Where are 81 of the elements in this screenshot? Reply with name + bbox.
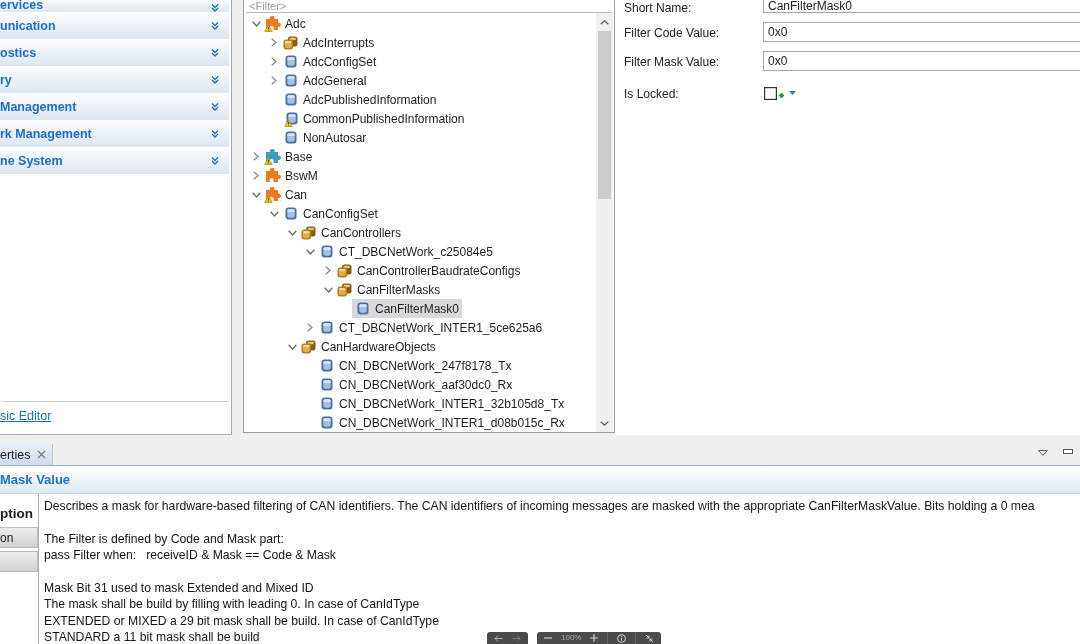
close-icon[interactable] — [36, 450, 46, 459]
chevron-down-icon[interactable] — [251, 20, 261, 27]
tree-item[interactable]: AdcGeneral — [280, 71, 370, 90]
tree-item[interactable]: CommonPublishedInformation — [280, 109, 468, 128]
chevron-down-icon[interactable] — [305, 248, 315, 255]
double-chevron-down-icon[interactable] — [211, 4, 219, 12]
chevron-right-icon[interactable] — [307, 323, 313, 332]
view-menu-icon[interactable] — [1038, 450, 1048, 456]
tree-item[interactable]: CanControllerBaudrateConfigs — [334, 261, 524, 280]
double-chevron-down-icon[interactable] — [211, 157, 219, 165]
editor-link[interactable]: sic Editor — [0, 409, 52, 423]
asterisk-icon — [779, 92, 784, 98]
double-chevron-down-icon[interactable] — [211, 103, 219, 111]
chevron-down-icon[interactable] — [269, 210, 279, 217]
section-header[interactable]: ostics — [0, 40, 229, 66]
section-header[interactable]: rk Management — [0, 121, 229, 147]
description-text: Describes a mask for hardware-based filtering of CAN identifiers. The CAN identifiers of incoming messages are masked with the appropriate CanFilterMaskValue. Bits holding a 0 mea — [44, 498, 1035, 515]
tree-item[interactable]: CN_DBCNetWork_INTER1_d08b015c_Rx — [316, 413, 568, 432]
scrollbar[interactable] — [596, 13, 613, 432]
chevron-down-icon[interactable] — [323, 286, 333, 293]
tree-item[interactable]: CT_DBCNetWork_INTER1_5ce625a6 — [316, 318, 546, 337]
filter-field[interactable]: <Filter> — [246, 0, 612, 13]
tree-item[interactable]: CanHardwareObjects — [298, 337, 439, 356]
zoom-level: 100% — [561, 633, 582, 643]
section-header[interactable]: unication — [0, 13, 229, 39]
tree-item[interactable]: CanFilterMasks — [334, 280, 444, 299]
properties-tab[interactable]: erties — [0, 444, 53, 465]
tree-item[interactable]: CanControllers — [298, 223, 405, 242]
chevron-right-icon[interactable] — [271, 38, 277, 47]
section-header[interactable]: ervices — [0, 0, 229, 12]
checkbox[interactable] — [764, 86, 777, 100]
info-circle-icon[interactable] — [617, 633, 627, 643]
tree-item[interactable]: NonAutosar — [280, 128, 370, 147]
tree-item[interactable]: CT_DBCNetWork_c25084e5 — [316, 242, 496, 261]
dropdown-arrow-icon[interactable] — [789, 91, 796, 95]
chevron-right-icon[interactable] — [271, 76, 277, 85]
tree-item[interactable]: AdcPublishedInformation — [280, 90, 440, 109]
tree-item[interactable]: CanFilterMask0 — [352, 299, 463, 318]
chevron-right-icon[interactable] — [253, 171, 259, 180]
side-tab[interactable]: on — [0, 527, 38, 548]
chevron-down-icon[interactable] — [251, 191, 261, 198]
scrollbar-thumb[interactable] — [598, 31, 611, 199]
field-label: Short Name: — [624, 0, 693, 15]
tree-item[interactable]: AdcConfigSet — [280, 52, 380, 71]
section-title: Mask Value — [0, 472, 71, 487]
tree-item[interactable]: Can — [262, 185, 310, 204]
text-field[interactable]: 0x0 — [763, 22, 1080, 42]
tree-item[interactable]: Adc — [262, 14, 309, 33]
field-label: Filter Code Value: — [624, 25, 721, 40]
section-header[interactable]: Management — [0, 94, 229, 120]
section-header[interactable]: ne System — [0, 148, 229, 174]
chevron-right-icon[interactable] — [253, 152, 259, 161]
double-chevron-down-icon[interactable] — [211, 130, 219, 138]
tree-item[interactable]: CN_DBCNetWork_INTER1_32b105d8_Tx — [316, 394, 568, 413]
tree-item[interactable]: AdcInterrupts — [280, 33, 378, 52]
chevron-right-icon[interactable] — [325, 266, 331, 275]
side-tab[interactable]: ption — [0, 502, 38, 524]
description-text: Mask Bit 31 used to mask Extended and Mixed ID The mask shall be build by filling with leading 0. In case of CanIdType EXTENDED or MIXED a 29 bit mask shall be build. In case of CanIdType STANDARD a 11 bit mask shall be build — [44, 580, 439, 644]
text-field[interactable]: CanFilterMask0 — [763, 0, 1080, 13]
chevron-down-icon[interactable] — [287, 229, 297, 236]
minimize-icon[interactable] — [1063, 449, 1073, 454]
double-chevron-down-icon[interactable] — [211, 22, 219, 30]
tree-item[interactable]: CN_DBCNetWork_247f8178_Tx — [316, 356, 515, 375]
arrow-left-icon[interactable] — [494, 634, 503, 642]
field-label: Filter Mask Value: — [624, 54, 721, 69]
plus-icon[interactable] — [590, 634, 599, 642]
compress-icon[interactable] — [645, 633, 655, 643]
description-text: The Filter is defined by Code and Mask part: pass Filter when: receiveID & Mask == Code & Mask — [44, 530, 336, 564]
section-header[interactable]: ry — [0, 67, 229, 93]
tree-item[interactable]: Base — [262, 147, 316, 166]
tree-item[interactable]: BswM — [262, 166, 321, 185]
chevron-down-icon[interactable] — [600, 421, 609, 426]
double-chevron-down-icon[interactable] — [211, 49, 219, 57]
double-chevron-down-icon[interactable] — [211, 76, 219, 84]
tree-item[interactable]: CN_DBCNetWork_aaf30dc0_Rx — [316, 375, 516, 394]
tree-item[interactable]: CanConfigSet — [280, 204, 381, 223]
chevron-right-icon[interactable] — [271, 57, 277, 66]
field-label: Is Locked: — [624, 86, 680, 101]
text-field[interactable]: 0x0 — [763, 51, 1080, 71]
chevron-down-icon[interactable] — [287, 343, 297, 350]
chevron-up-icon[interactable] — [600, 20, 609, 25]
